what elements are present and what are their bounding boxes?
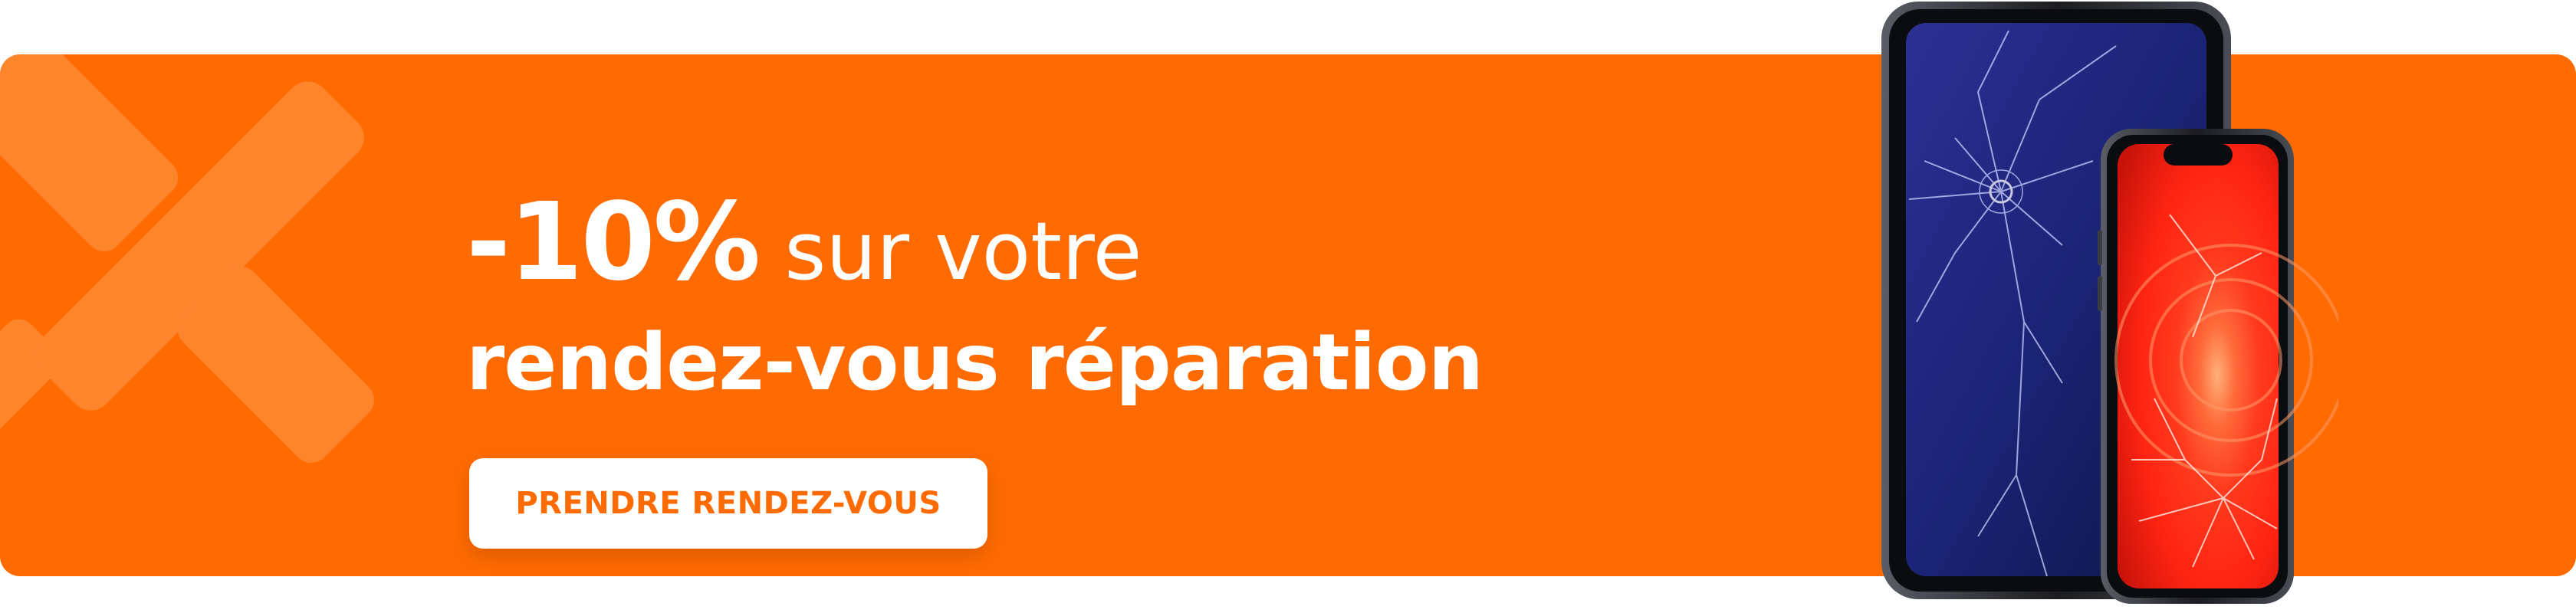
promo-banner-stage: -10% sur votre rendez-vous réparation PRE…	[0, 0, 2576, 613]
cracked-devices-illustration	[1881, 2, 2338, 604]
promo-headline-line-2: rendez-vous réparation	[466, 317, 1484, 408]
promo-headline-line-1: -10% sur votre	[466, 189, 1142, 297]
discount-value: -10%	[466, 180, 761, 305]
phone-notch	[2164, 144, 2233, 166]
phone-screen	[2118, 144, 2279, 588]
book-appointment-button[interactable]: PRENDRE RENDEZ-VOUS	[469, 458, 987, 549]
headline-rest: sur votre	[784, 205, 1142, 298]
x-logo-icon	[0, 54, 374, 463]
